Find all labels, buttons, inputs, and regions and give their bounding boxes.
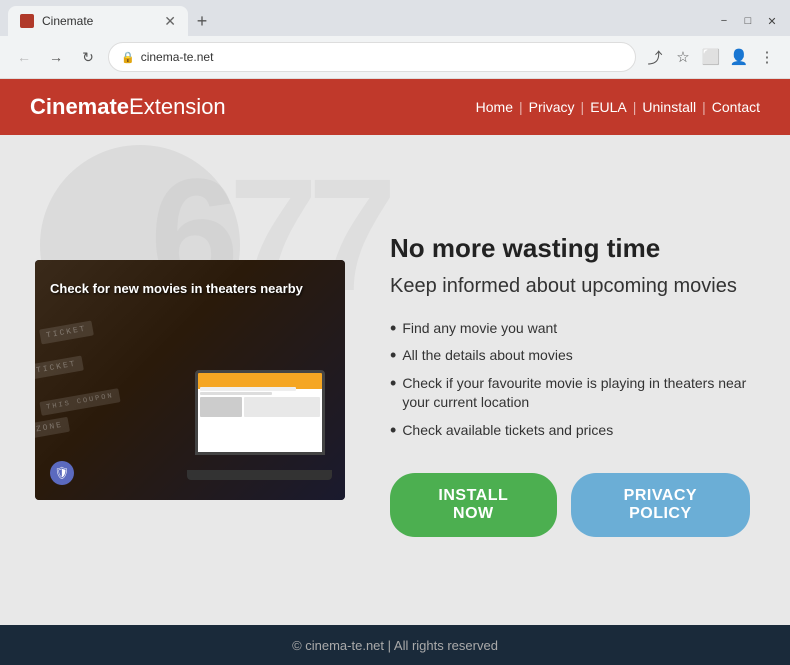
- cta-buttons: INSTALL NOW PRIVACY POLICY: [390, 473, 750, 537]
- main-content: 677 TICKET TICKET THIS COUPON ZONE: [0, 135, 790, 625]
- minimize-button[interactable]: −: [714, 11, 734, 31]
- site-logo: CinemateExtension: [30, 94, 226, 120]
- hero-image-card: TICKET TICKET THIS COUPON ZONE: [35, 260, 345, 500]
- laptop-base: [187, 470, 332, 480]
- tab-title: Cinemate: [42, 14, 93, 28]
- nav-eula[interactable]: EULA: [590, 99, 627, 115]
- image-overlay-text: Check for new movies in theaters nearby: [50, 280, 303, 298]
- browser-tab[interactable]: Cinemate ✕: [8, 6, 188, 36]
- toolbar-icons: ⤴ ☆ ⬜ 👤 ⋮: [644, 46, 778, 68]
- bullet-item-4: Check available tickets and prices: [390, 421, 750, 441]
- left-side: TICKET TICKET THIS COUPON ZONE: [0, 135, 370, 625]
- new-tab-button[interactable]: +: [188, 7, 216, 35]
- title-bar: Cinemate ✕ + − □ ✕: [0, 0, 790, 36]
- image-badge: 🛡: [50, 461, 74, 485]
- laptop-screen-content: [198, 373, 322, 452]
- headline: No more wasting time: [390, 233, 750, 264]
- address-bar-row: ← → ↻ 🔒 cinema-te.net ⤴ ☆ ⬜ 👤 ⋮: [0, 36, 790, 78]
- nav-home[interactable]: Home: [476, 99, 513, 115]
- shield-icon: 🛡: [54, 466, 69, 480]
- extensions-icon[interactable]: ⬜: [700, 46, 722, 68]
- profile-icon[interactable]: 👤: [728, 46, 750, 68]
- subheadline: Keep informed about upcoming movies: [390, 273, 750, 299]
- address-bar[interactable]: 🔒 cinema-te.net: [108, 42, 636, 72]
- browser-chrome: Cinemate ✕ + − □ ✕ ← → ↻ 🔒 cinema-te.net…: [0, 0, 790, 79]
- reload-button[interactable]: ↻: [76, 45, 100, 69]
- logo-bold: Cinemate: [30, 94, 129, 119]
- privacy-policy-button[interactable]: PRIVACY POLICY: [571, 473, 750, 537]
- page-wrapper: CinemateExtension Home | Privacy | EULA …: [0, 79, 790, 665]
- install-now-button[interactable]: INSTALL NOW: [390, 473, 557, 537]
- tab-favicon: [20, 14, 34, 28]
- nav-uninstall[interactable]: Uninstall: [642, 99, 696, 115]
- close-button[interactable]: ✕: [762, 11, 782, 31]
- laptop-screen: [195, 370, 325, 455]
- nav-privacy[interactable]: Privacy: [529, 99, 575, 115]
- laptop-image: [195, 370, 345, 480]
- url-text: cinema-te.net: [141, 50, 214, 64]
- bullet-item-2: All the details about movies: [390, 346, 750, 366]
- site-nav: CinemateExtension Home | Privacy | EULA …: [0, 79, 790, 135]
- right-side: No more wasting time Keep informed about…: [370, 135, 790, 625]
- maximize-button[interactable]: □: [738, 11, 758, 31]
- window-controls: − □ ✕: [714, 11, 782, 31]
- nav-links: Home | Privacy | EULA | Uninstall | Cont…: [476, 99, 760, 115]
- bullet-item-3: Check if your favourite movie is playing…: [390, 374, 750, 413]
- site-footer: © cinema-te.net | All rights reserved: [0, 625, 790, 665]
- bullet-item-1: Find any movie you want: [390, 319, 750, 339]
- bullet-list: Find any movie you want All the details …: [390, 319, 750, 449]
- forward-button[interactable]: →: [44, 45, 68, 69]
- bookmark-icon[interactable]: ☆: [672, 46, 694, 68]
- logo-normal: Extension: [129, 94, 226, 119]
- back-button[interactable]: ←: [12, 45, 36, 69]
- menu-icon[interactable]: ⋮: [756, 46, 778, 68]
- nav-contact[interactable]: Contact: [712, 99, 760, 115]
- share-icon[interactable]: ⤴: [644, 46, 666, 68]
- tab-close-button[interactable]: ✕: [164, 14, 176, 28]
- lock-icon: 🔒: [121, 51, 135, 64]
- footer-text: © cinema-te.net | All rights reserved: [292, 638, 498, 653]
